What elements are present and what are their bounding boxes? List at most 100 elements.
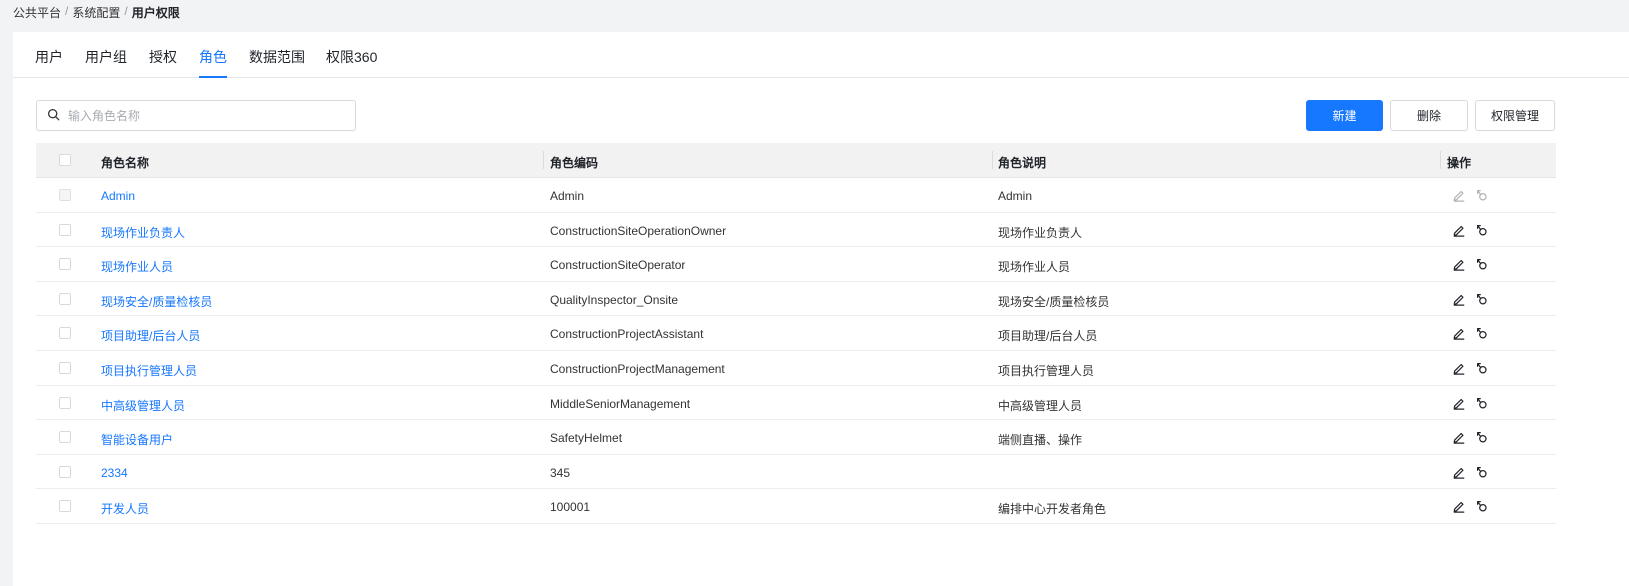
assign-permission-icon[interactable] (1475, 326, 1489, 340)
role-name-link[interactable]: 现场安全/质量检核员 (101, 293, 212, 310)
assign-permission-icon[interactable] (1475, 499, 1489, 513)
edit-icon[interactable] (1452, 257, 1466, 271)
row-actions (1452, 257, 1489, 271)
role-description-cell: 现场作业人员 (998, 260, 1071, 275)
tab-data-scope[interactable]: 数据范围 (249, 47, 305, 78)
row-actions (1452, 361, 1489, 375)
edit-icon[interactable] (1452, 396, 1466, 410)
tab-authorization[interactable]: 授权 (149, 47, 177, 78)
row-actions (1452, 292, 1489, 306)
edit-icon[interactable] (1452, 326, 1466, 341)
delete-button[interactable]: 删除 (1390, 100, 1468, 131)
role-name-link[interactable]: 开发人员 (101, 500, 149, 517)
role-description-cell: 项目执行管理人员 (998, 363, 1095, 378)
breadcrumb-separator: / (65, 4, 69, 18)
column-divider (992, 151, 993, 169)
row-checkbox[interactable] (59, 292, 71, 305)
table-body: Admin Admin Admin 现场作业负责人 ConstructionSiteOp… (36, 178, 1556, 524)
tab-permission-360[interactable]: 权限360 (326, 47, 377, 78)
select-all-checkbox[interactable] (59, 154, 71, 166)
tab-user-groups[interactable]: 用户组 (85, 47, 127, 78)
row-checkbox[interactable] (59, 223, 71, 236)
role-name-link[interactable]: 项目助理/后台人员 (101, 327, 200, 344)
edit-icon[interactable] (1452, 223, 1466, 237)
table-row: Admin Admin Admin (36, 178, 1556, 213)
row-checkbox[interactable] (59, 431, 71, 444)
roles-table: 角色名称 角色编码 角色说明 操作 Admin Admin Admin 现场作业负责人… (36, 143, 1556, 524)
assign-permission-icon (1475, 188, 1489, 202)
role-code-cell: SafetyHelmet (550, 431, 623, 446)
table-row: 中高级管理人员 MiddleSeniorManagement 中高级管理人员 (36, 386, 1556, 421)
row-actions (1452, 396, 1489, 410)
search-input[interactable] (68, 108, 338, 123)
row-actions (1452, 499, 1489, 514)
row-checkbox (59, 189, 71, 201)
role-description-cell: 现场作业负责人 (998, 225, 1083, 240)
table-header: 角色名称 角色编码 角色说明 操作 (36, 143, 1556, 178)
role-description-cell: Admin (998, 189, 1033, 203)
role-code-cell: 100001 (550, 500, 591, 515)
row-checkbox[interactable] (59, 258, 71, 271)
edit-icon[interactable] (1452, 465, 1466, 479)
role-code-cell: Admin (550, 189, 585, 203)
edit-icon[interactable] (1452, 499, 1466, 514)
row-actions (1452, 326, 1489, 341)
assign-permission-icon[interactable] (1475, 465, 1489, 479)
role-description-cell: 现场安全/质量检核员 (998, 294, 1110, 309)
tab-users[interactable]: 用户 (35, 47, 63, 78)
table-row: 智能设备用户 SafetyHelmet 端侧直播、操作 (36, 420, 1556, 455)
breadcrumb-item-platform[interactable]: 公共平台 (13, 4, 61, 21)
breadcrumb-separator: / (124, 4, 128, 18)
row-checkbox[interactable] (59, 465, 71, 478)
role-name-link[interactable]: 现场作业负责人 (101, 224, 185, 241)
header-role-code: 角色编码 (550, 156, 599, 170)
edit-icon (1452, 188, 1466, 202)
role-description-cell: 项目助理/后台人员 (998, 329, 1098, 344)
table-row: 开发人员 100001 编排中心开发者角色 (36, 489, 1556, 524)
permission-management-button[interactable]: 权限管理 (1475, 100, 1555, 131)
main-panel: 用户 用户组 授权 角色 数据范围 权限360 新建 删除 权限管理 角色名称 … (13, 32, 1629, 586)
row-actions (1452, 223, 1489, 237)
role-name-link[interactable]: 现场作业人员 (101, 258, 173, 275)
row-checkbox[interactable] (59, 361, 71, 374)
column-divider (543, 151, 544, 169)
new-button[interactable]: 新建 (1306, 100, 1383, 131)
role-code-cell: ConstructionProjectAssistant (550, 327, 704, 342)
header-role-description: 角色说明 (998, 156, 1047, 170)
role-name-link[interactable]: 智能设备用户 (101, 431, 173, 448)
role-name-link[interactable]: 2334 (101, 466, 128, 480)
edit-icon[interactable] (1452, 361, 1466, 375)
edit-icon[interactable] (1452, 430, 1466, 444)
row-actions (1452, 465, 1489, 479)
row-checkbox[interactable] (59, 396, 71, 409)
breadcrumb-item-current: 用户权限 (131, 6, 180, 20)
assign-permission-icon[interactable] (1475, 430, 1489, 444)
role-code-cell: MiddleSeniorManagement (550, 396, 691, 411)
header-role-name: 角色名称 (101, 156, 150, 170)
role-code-cell: QualityInspector_Onsite (550, 292, 679, 307)
row-checkbox[interactable] (59, 500, 71, 513)
table-row: 现场作业人员 ConstructionSiteOperator 现场作业人员 (36, 247, 1556, 282)
tab-roles[interactable]: 角色 (199, 47, 227, 78)
breadcrumb-item-system-config[interactable]: 系统配置 (72, 4, 120, 21)
role-code-cell: 345 (550, 465, 571, 480)
row-checkbox[interactable] (59, 327, 71, 340)
role-name-link[interactable]: Admin (101, 189, 135, 203)
role-code-cell: ConstructionProjectManagement (550, 361, 725, 376)
assign-permission-icon[interactable] (1475, 292, 1489, 306)
table-row: 现场作业负责人 ConstructionSiteOperationOwner 现场作… (36, 213, 1556, 248)
role-name-link[interactable]: 项目执行管理人员 (101, 362, 197, 379)
role-description-cell: 编排中心开发者角色 (998, 502, 1107, 517)
table-row: 现场安全/质量检核员 QualityInspector_Onsite 现场安全/质量… (36, 282, 1556, 317)
assign-permission-icon[interactable] (1475, 396, 1489, 410)
search-box[interactable] (36, 100, 356, 131)
column-divider (1440, 151, 1441, 169)
assign-permission-icon[interactable] (1475, 361, 1489, 375)
assign-permission-icon[interactable] (1475, 223, 1489, 237)
role-name-link[interactable]: 中高级管理人员 (101, 397, 185, 414)
assign-permission-icon[interactable] (1475, 257, 1489, 271)
role-code-cell: ConstructionSiteOperationOwner (550, 223, 727, 238)
edit-icon[interactable] (1452, 292, 1466, 306)
role-description-cell: 中高级管理人员 (998, 398, 1083, 413)
table-row: 2334 345 (36, 455, 1556, 490)
